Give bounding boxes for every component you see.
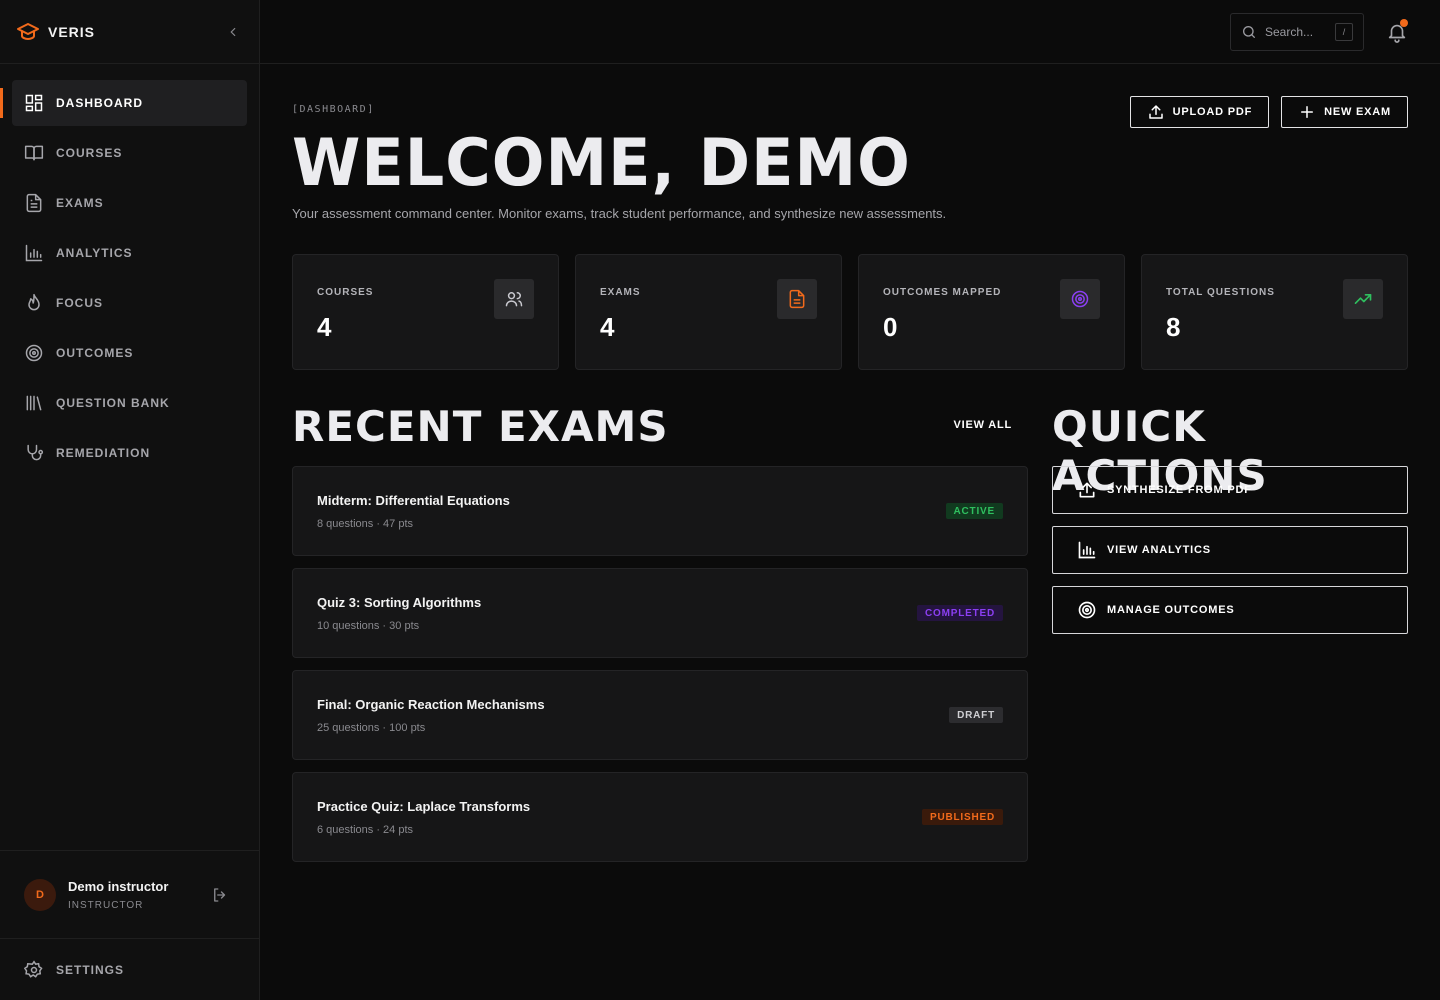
search-icon	[1241, 24, 1257, 40]
user-meta: Demo instructor INSTRUCTOR	[68, 879, 168, 911]
dashboard-icon	[24, 93, 44, 113]
exam-card[interactable]: Final: Organic Reaction Mechanisms 25 qu…	[292, 670, 1028, 760]
sidebar-item-label: FOCUS	[56, 296, 103, 310]
page-subtitle: Your assessment command center. Monitor …	[292, 206, 947, 221]
user-role: INSTRUCTOR	[68, 899, 144, 911]
document-icon	[777, 279, 817, 319]
app-name: VERIS	[48, 23, 96, 40]
new-exam-label: NEW EXAM	[1324, 106, 1391, 118]
new-exam-button[interactable]: NEW EXAM	[1281, 96, 1408, 128]
stat-card-exams: EXAMS 4	[575, 254, 842, 370]
exam-title: Final: Organic Reaction Mechanisms	[317, 697, 545, 712]
sidebar-item-label: OUTCOMES	[56, 346, 134, 360]
flame-icon	[24, 293, 44, 313]
exam-card[interactable]: Practice Quiz: Laplace Transforms 6 ques…	[292, 772, 1028, 862]
library-icon	[24, 393, 44, 413]
exam-meta: 25 questions · 100 pts	[317, 722, 426, 734]
graduation-cap-icon	[16, 20, 40, 44]
sidebar-item-focus[interactable]: FOCUS	[12, 280, 247, 326]
breadcrumb: [DASHBOARD]	[292, 104, 375, 115]
document-icon	[24, 193, 44, 213]
settings-label: SETTINGS	[56, 962, 125, 977]
view-analytics-button[interactable]: VIEW ANALYTICS	[1052, 526, 1408, 574]
status-badge: COMPLETED	[917, 605, 1003, 621]
exam-meta: 10 questions · 30 pts	[317, 620, 420, 632]
avatar[interactable]: D	[24, 878, 56, 911]
exam-card[interactable]: Quiz 3: Sorting Algorithms 10 questions …	[292, 568, 1028, 658]
notification-dot	[1400, 19, 1408, 27]
upload-pdf-button[interactable]: UPLOAD PDF	[1129, 96, 1270, 128]
gear-icon	[24, 959, 44, 980]
synthesize-from-pdf-button[interactable]: SYNTHESIZE FROM PDF	[1052, 466, 1408, 514]
sidebar-item-label: ANALYTICS	[56, 246, 133, 260]
status-badge: ACTIVE	[945, 503, 1003, 519]
exam-title: Midterm: Differential Equations	[317, 493, 510, 508]
view-all-link[interactable]: VIEW ALL	[953, 419, 1012, 431]
book-icon	[24, 143, 44, 163]
manage-outcomes-button[interactable]: MANAGE OUTCOMES	[1052, 586, 1408, 634]
quick-actions-list: SYNTHESIZE FROM PDF VIEW ANALYTICS MANAG…	[1052, 466, 1408, 646]
sidebar-item-label: COURSES	[56, 146, 123, 160]
exam-list: Midterm: Differential Equations 8 questi…	[292, 466, 1028, 874]
notifications-button[interactable]	[1386, 19, 1408, 43]
chevron-left-icon[interactable]	[223, 22, 243, 42]
sidebar-item-question-bank[interactable]: QUESTION BANK	[12, 380, 247, 426]
recent-exams-title: RECENT EXAMS	[292, 402, 669, 451]
stethoscope-icon	[24, 443, 44, 463]
sidebar-nav: DASHBOARD COURSES EXAMS ANALYTICS FOCUS	[0, 64, 259, 476]
upload-icon	[1147, 103, 1165, 121]
upload-pdf-label: UPLOAD PDF	[1172, 106, 1253, 118]
topbar: Search... /	[260, 0, 1440, 64]
sidebar-item-analytics[interactable]: ANALYTICS	[12, 230, 247, 276]
target-icon	[1077, 600, 1097, 620]
sidebar-item-settings[interactable]: SETTINGS	[0, 938, 259, 1000]
target-icon	[1060, 279, 1100, 319]
search-shortcut: /	[1335, 23, 1353, 41]
target-icon	[24, 343, 44, 363]
user-name: Demo instructor	[68, 878, 169, 894]
sidebar-item-dashboard[interactable]: DASHBOARD	[0, 80, 247, 126]
page-title: WELCOME, DEMO	[292, 124, 911, 201]
quick-action-label: MANAGE OUTCOMES	[1107, 604, 1235, 616]
exam-meta: 8 questions · 47 pts	[317, 518, 414, 530]
sidebar-item-outcomes[interactable]: OUTCOMES	[12, 330, 247, 376]
stat-card-questions: TOTAL QUESTIONS 8	[1141, 254, 1408, 370]
recent-exams-header: RECENT EXAMS VIEW ALL	[292, 402, 1028, 452]
sidebar-item-label: QUESTION BANK	[56, 396, 170, 410]
sidebar-item-remediation[interactable]: REMEDIATION	[12, 430, 247, 476]
plus-icon	[1298, 103, 1316, 121]
bar-chart-icon	[24, 243, 44, 263]
search-input[interactable]: Search... /	[1230, 13, 1364, 51]
quick-action-label: SYNTHESIZE FROM PDF	[1107, 484, 1252, 496]
sidebar-item-label: DASHBOARD	[56, 96, 143, 110]
sidebar-item-label: REMEDIATION	[56, 446, 151, 460]
logout-icon[interactable]	[211, 886, 229, 904]
stats-row: COURSES 4 EXAMS 4 OUTCOMES MAPPED 0 TOTA…	[292, 254, 1408, 370]
quick-action-label: VIEW ANALYTICS	[1107, 544, 1211, 556]
status-badge: DRAFT	[949, 707, 1003, 723]
sidebar: VERIS DASHBOARD COURSES EXAMS ANALYTICS …	[0, 0, 260, 1000]
brand-header: VERIS	[0, 0, 259, 64]
exam-title: Quiz 3: Sorting Algorithms	[317, 595, 482, 610]
users-icon	[494, 279, 534, 319]
status-badge: PUBLISHED	[922, 809, 1003, 825]
exam-card[interactable]: Midterm: Differential Equations 8 questi…	[292, 466, 1028, 556]
header-actions: UPLOAD PDF NEW EXAM	[1129, 96, 1408, 128]
exam-title: Practice Quiz: Laplace Transforms	[317, 799, 531, 814]
exam-meta: 6 questions · 24 pts	[317, 824, 414, 836]
sidebar-item-label: EXAMS	[56, 196, 104, 210]
trending-up-icon	[1343, 279, 1383, 319]
user-profile: D Demo instructor INSTRUCTOR	[0, 850, 259, 938]
stat-card-outcomes: OUTCOMES MAPPED 0	[858, 254, 1125, 370]
search-placeholder: Search...	[1265, 25, 1314, 39]
bar-chart-icon	[1077, 540, 1097, 560]
stat-card-courses: COURSES 4	[292, 254, 559, 370]
sidebar-item-exams[interactable]: EXAMS	[12, 180, 247, 226]
upload-icon	[1077, 480, 1097, 500]
sidebar-item-courses[interactable]: COURSES	[12, 130, 247, 176]
